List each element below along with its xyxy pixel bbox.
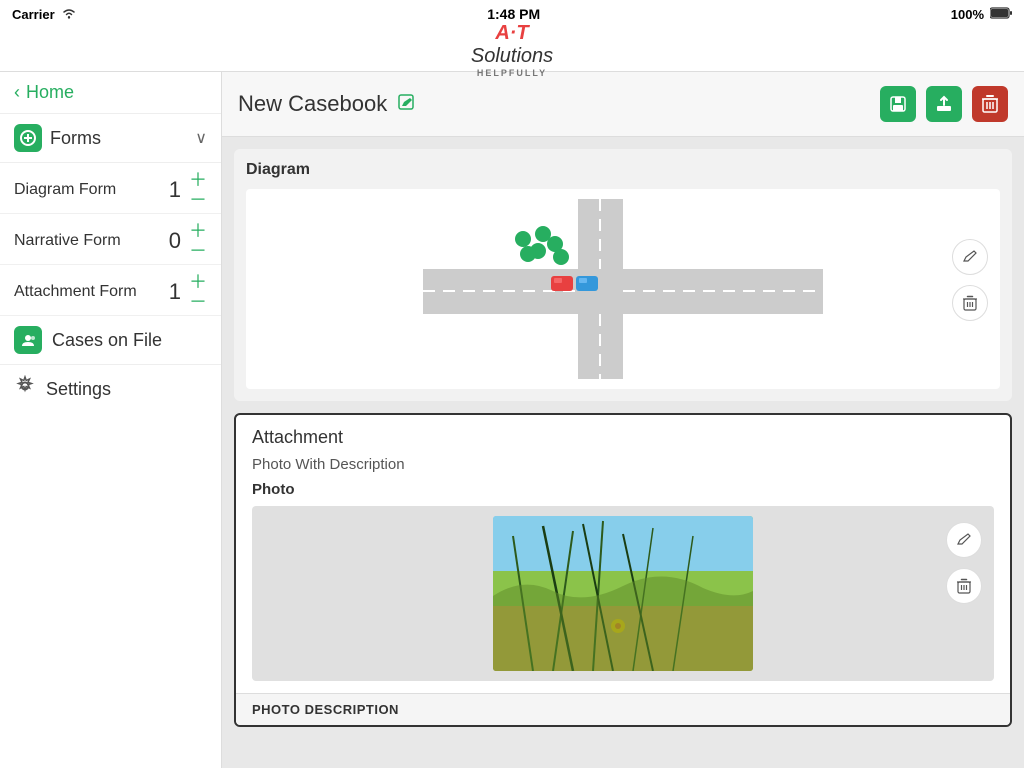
diagram-form-stepper[interactable]: ＋ －: [189, 171, 207, 209]
narrative-form-count: 0: [169, 228, 181, 254]
narrative-form-decrement[interactable]: －: [189, 242, 207, 260]
diagram-delete-button[interactable]: [952, 285, 988, 321]
forms-icon: [14, 124, 42, 152]
photo-svg: [493, 516, 753, 671]
casebook-title-area: New Casebook: [238, 91, 415, 117]
diagram-title: Diagram: [246, 161, 1000, 179]
photo-label: Photo: [236, 477, 1010, 506]
diagram-area: [246, 189, 1000, 389]
cases-on-file-button[interactable]: Cases on File: [0, 316, 221, 365]
gear-icon: [14, 375, 36, 403]
diagram-form-decrement[interactable]: －: [189, 191, 207, 209]
battery-label: 100%: [951, 7, 984, 22]
diagram-form-controls: 1 ＋ －: [169, 171, 207, 209]
attachment-form-controls: 1 ＋ －: [169, 273, 207, 311]
diagram-card: Diagram: [234, 149, 1012, 401]
casebook-title: New Casebook: [238, 91, 387, 117]
battery-icon: [990, 7, 1012, 22]
casebook-edit-button[interactable]: [397, 93, 415, 116]
app-logo: A·TSolutions HELPFULLY: [471, 22, 553, 78]
photo-image: [493, 516, 753, 671]
attachment-form-stepper[interactable]: ＋ －: [189, 273, 207, 311]
main-actions: [880, 86, 1008, 122]
wifi-icon: [61, 7, 77, 22]
attachment-header: Attachment: [236, 415, 1010, 452]
cases-icon: [14, 326, 42, 354]
carrier-label: Carrier: [12, 7, 55, 22]
photo-area: [252, 506, 994, 681]
attachment-form-decrement[interactable]: －: [189, 293, 207, 311]
attachment-card: Attachment Photo With Description Photo: [234, 413, 1012, 727]
photo-description-header: PHOTO DESCRIPTION: [236, 693, 1010, 725]
sidebar: ‹ Home Forms ∨ Diagram Form 1: [0, 72, 222, 768]
narrative-form-controls: 0 ＋ －: [169, 222, 207, 260]
photo-desc-label: PHOTO DESCRIPTION: [252, 702, 994, 717]
attachment-form-increment[interactable]: ＋: [189, 273, 207, 291]
photo-edit-button[interactable]: [946, 522, 982, 558]
main-header: New Casebook: [222, 72, 1024, 137]
narrative-form-stepper[interactable]: ＋ －: [189, 222, 207, 260]
forms-section-header[interactable]: Forms ∨: [0, 114, 221, 163]
intersection-diagram: [423, 199, 823, 379]
attachment-subtitle: Photo With Description: [236, 452, 1010, 477]
diagram-edit-button[interactable]: [952, 239, 988, 275]
narrative-form-label: Narrative Form: [14, 232, 121, 250]
form-item-narrative[interactable]: Narrative Form 0 ＋ －: [0, 214, 221, 265]
delete-button[interactable]: [972, 86, 1008, 122]
forms-label: Forms: [50, 128, 101, 149]
app-header: A·TSolutions HELPFULLY: [0, 28, 1024, 72]
diagram-form-count: 1: [169, 177, 181, 203]
photo-delete-button[interactable]: [946, 568, 982, 604]
forms-left: Forms: [14, 124, 101, 152]
settings-button[interactable]: Settings: [0, 365, 221, 413]
chevron-left-icon: ‹: [14, 82, 20, 103]
narrative-form-increment[interactable]: ＋: [189, 222, 207, 240]
settings-label: Settings: [46, 379, 111, 400]
sidebar-home-button[interactable]: ‹ Home: [0, 72, 221, 114]
main-content: New Casebook: [222, 72, 1024, 768]
attachment-form-count: 1: [169, 279, 181, 305]
time-label: 1:48 PM: [487, 6, 540, 22]
form-item-attachment[interactable]: Attachment Form 1 ＋ －: [0, 265, 221, 316]
diagram-form-label: Diagram Form: [14, 181, 116, 199]
diagram-form-increment[interactable]: ＋: [189, 171, 207, 189]
attachment-title: Attachment: [252, 427, 994, 448]
form-item-diagram[interactable]: Diagram Form 1 ＋ －: [0, 163, 221, 214]
home-label: Home: [26, 82, 74, 103]
export-button[interactable]: [926, 86, 962, 122]
save-button[interactable]: [880, 86, 916, 122]
chevron-down-icon: ∨: [195, 128, 207, 148]
cases-label: Cases on File: [52, 330, 162, 351]
attachment-form-label: Attachment Form: [14, 283, 137, 301]
